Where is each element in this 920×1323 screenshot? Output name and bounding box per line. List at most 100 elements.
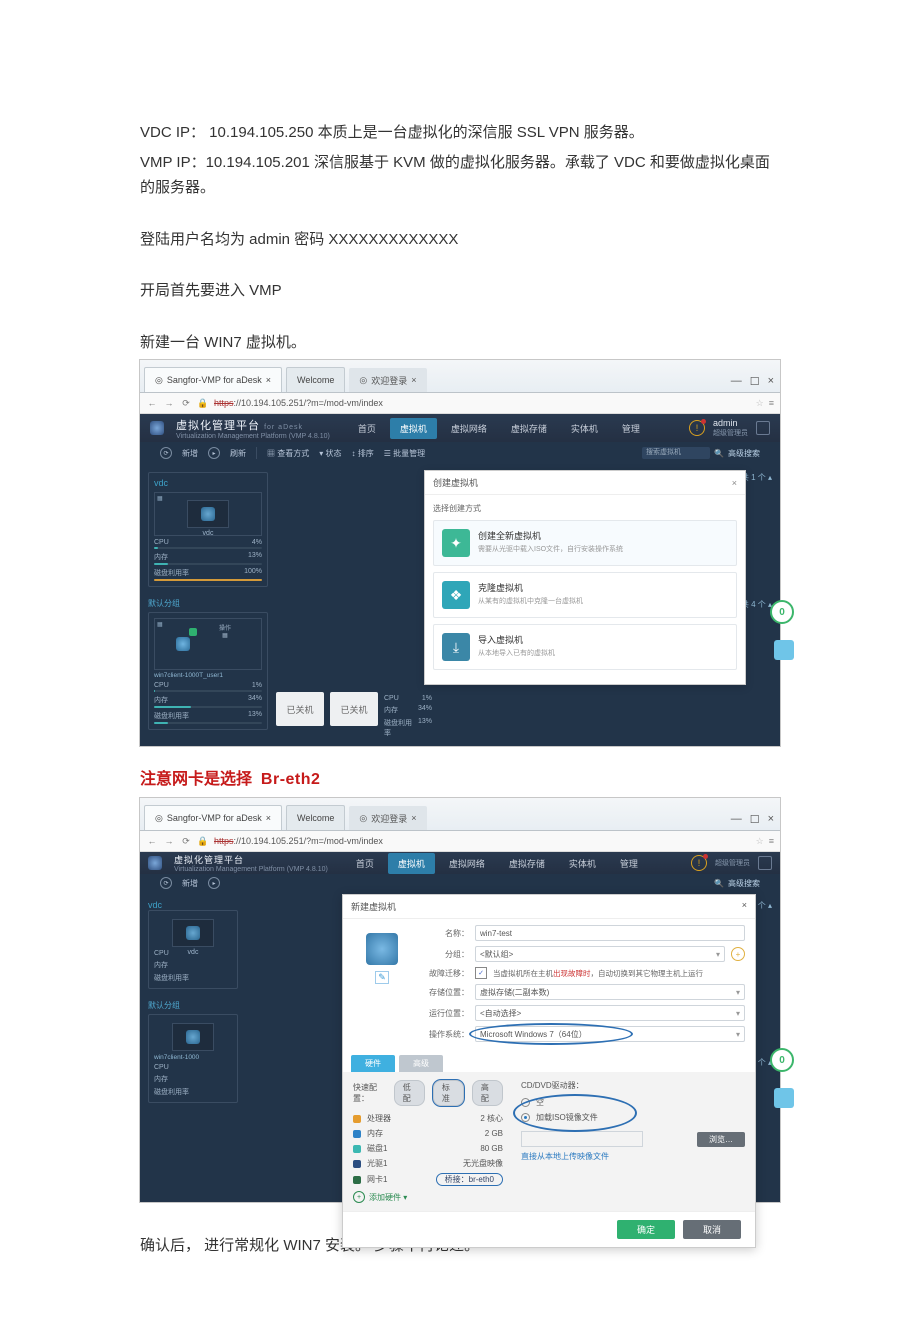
nav-net[interactable]: 虚拟网络 (441, 418, 497, 439)
nav-reload-icon[interactable]: ⟳ (180, 397, 192, 409)
window-close-icon[interactable]: × (768, 375, 774, 388)
hw-mem-row[interactable]: 内存2 GB (353, 1126, 503, 1141)
bookmark-icon[interactable]: ☆ (756, 398, 764, 409)
pill-low[interactable]: 低配 (394, 1080, 425, 1106)
tb-sort[interactable]: ↕ 排序 (351, 448, 373, 459)
group-select[interactable]: <默认组> (475, 946, 725, 962)
address-url-2[interactable]: https://10.194.105.251/?m=/mod-vm/index (214, 836, 751, 846)
float-badge-zero-2[interactable]: 0 (770, 1048, 794, 1072)
tb-advanced-search[interactable]: 高级搜索 (728, 448, 760, 459)
tb-new-icon[interactable]: ⟳ (160, 447, 172, 459)
upload-link[interactable]: 直接从本地上传映像文件 (521, 1151, 609, 1162)
default-group-label[interactable]: 默认分组 (148, 595, 268, 612)
nav-back-icon-2[interactable]: ← (146, 835, 158, 847)
bookmark-icon-2[interactable]: ☆ (756, 836, 764, 847)
iso-path-input[interactable] (521, 1131, 643, 1147)
nav-host-2[interactable]: 实体机 (559, 853, 606, 874)
cancel-button[interactable]: 取消 (683, 1220, 741, 1239)
tab-advanced[interactable]: 高级 (399, 1055, 443, 1072)
browse-button[interactable]: 浏览… (697, 1132, 745, 1147)
hw-nic-row[interactable]: 网卡1桥接：br-eth0 (353, 1171, 503, 1188)
screenshot-2: ◎Sangfor-VMP for aDesk× Welcome ◎欢迎登录× —… (139, 797, 781, 1203)
add-group-icon[interactable]: + (731, 947, 745, 961)
red-note: 注意网卡是选择 Br-eth2 (0, 765, 920, 789)
browser-tab-welcome[interactable]: Welcome (286, 367, 345, 392)
tb-refresh-label[interactable]: 刷新 (230, 448, 246, 459)
window-max-icon[interactable]: ☐ (750, 375, 760, 388)
tb-refresh-icon-2[interactable]: ▸ (208, 877, 220, 889)
nav-fwd-icon[interactable]: → (163, 397, 175, 409)
browser-tab-vmp[interactable]: ◎Sangfor-VMP for aDesk× (144, 367, 282, 392)
tb-new-icon-2[interactable]: ⟳ (160, 877, 172, 889)
storage-select[interactable]: 虚拟存储(二副本数) (475, 984, 745, 1000)
vdc-vm-thumb-2[interactable]: vdc (172, 919, 214, 947)
failover-checkbox[interactable]: ✓ (475, 967, 487, 979)
window-close-icon-2[interactable]: × (768, 813, 774, 826)
float-panel-icon-2[interactable] (774, 1088, 794, 1108)
browser-menu-icon[interactable]: ≡ (769, 398, 774, 408)
tb-advanced-search-2[interactable]: 高级搜索 (728, 878, 760, 889)
tb-status[interactable]: ▾ 状态 (319, 448, 341, 459)
user-role: 超级管理员 (713, 428, 748, 438)
edit-icon[interactable]: ✎ (375, 971, 389, 984)
nav-manage[interactable]: 管理 (612, 418, 650, 439)
tab-hardware[interactable]: 硬件 (351, 1055, 395, 1072)
pill-standard[interactable]: 标准 (433, 1080, 464, 1106)
nav-store[interactable]: 虚拟存储 (501, 418, 557, 439)
vm-win7client-2[interactable] (172, 1023, 214, 1051)
search-icon[interactable]: 🔍 (714, 449, 724, 458)
pill-high[interactable]: 高配 (472, 1080, 503, 1106)
search-icon-2[interactable]: 🔍 (714, 879, 724, 888)
window-min-icon-2[interactable]: — (731, 813, 742, 826)
browser-tab-login-2[interactable]: ◎欢迎登录× (349, 806, 426, 830)
alert-icon[interactable]: ! (689, 420, 705, 436)
nav-vm-2[interactable]: 虚拟机 (388, 853, 435, 874)
add-hardware-button[interactable]: +添加硬件 ▾ (353, 1191, 503, 1203)
address-url[interactable]: https://10.194.105.251/?m=/mod-vm/index (214, 398, 751, 408)
tb-new-label[interactable]: 新增 (182, 448, 198, 459)
option-import[interactable]: ⤓ 导入虚拟机从本地导入已有的虚拟机 (433, 624, 737, 670)
tb-search-input[interactable]: 搜索虚拟机 (642, 447, 710, 459)
nav-home[interactable]: 首页 (348, 418, 386, 439)
option-create-new[interactable]: ✦ 创建全新虚拟机需要从光驱中载入ISO文件，自行安装操作系统 (433, 520, 737, 566)
browser-tab-login[interactable]: ◎欢迎登录× (349, 368, 426, 392)
modal2-close-icon[interactable]: × (742, 900, 747, 913)
vm-state-off-1[interactable]: 已关机 (276, 692, 324, 726)
vdc-vm-thumb[interactable]: vdc (187, 500, 229, 528)
hw-cdrom-row[interactable]: 光驱1无光盘映像 (353, 1156, 503, 1171)
nav-manage-2[interactable]: 管理 (610, 853, 648, 874)
failover-text: 当虚拟机所在主机出现故障时，自动切换到其它物理主机上运行 (493, 968, 703, 979)
alert-icon-2[interactable]: ! (691, 855, 707, 871)
vm-state-off-2[interactable]: 已关机 (330, 692, 378, 726)
hw-cpu-row[interactable]: 处理器2 核心 (353, 1111, 503, 1126)
nav-home-2[interactable]: 首页 (346, 853, 384, 874)
tb-refresh-icon[interactable]: ▸ (208, 447, 220, 459)
nav-store-2[interactable]: 虚拟存储 (499, 853, 555, 874)
nav-reload-icon-2[interactable]: ⟳ (180, 835, 192, 847)
nav-back-icon[interactable]: ← (146, 397, 158, 409)
browser-tab-vmp-2[interactable]: ◎Sangfor-VMP for aDesk× (144, 805, 282, 830)
float-panel-icon[interactable] (774, 640, 794, 660)
window-max-icon-2[interactable]: ☐ (750, 813, 760, 826)
vm-name-input[interactable]: win7-test (475, 925, 745, 941)
runloc-select[interactable]: <自动选择> (475, 1005, 745, 1021)
nav-vm[interactable]: 虚拟机 (390, 418, 437, 439)
tb-layout[interactable]: ▦ 查看方式 (267, 448, 309, 459)
browser-menu-icon-2[interactable]: ≡ (769, 836, 774, 846)
vdc-ip-line: VDC IP： 10.194.105.250 本质上是一台虚拟化的深信服 SSL… (140, 120, 780, 146)
ok-button[interactable]: 确定 (617, 1220, 675, 1239)
option-clone[interactable]: ❖ 克隆虚拟机从某有的虚拟机中克隆一台虚拟机 (433, 572, 737, 618)
tb-batch[interactable]: ☰ 批量管理 (384, 448, 425, 459)
browser-tab-welcome-2[interactable]: Welcome (286, 805, 345, 830)
logout-icon-2[interactable] (758, 856, 772, 870)
float-badge-zero[interactable]: 0 (770, 600, 794, 624)
modal-close-icon[interactable]: × (732, 478, 737, 488)
window-min-icon[interactable]: — (731, 375, 742, 388)
hw-disk-row[interactable]: 磁盘180 GB (353, 1141, 503, 1156)
default-group-label-2[interactable]: 默认分组 (148, 997, 238, 1014)
logout-icon[interactable] (756, 421, 770, 435)
nav-net-2[interactable]: 虚拟网络 (439, 853, 495, 874)
nav-fwd-icon-2[interactable]: → (163, 835, 175, 847)
nav-host[interactable]: 实体机 (561, 418, 608, 439)
vm-win7client[interactable] (159, 623, 207, 665)
